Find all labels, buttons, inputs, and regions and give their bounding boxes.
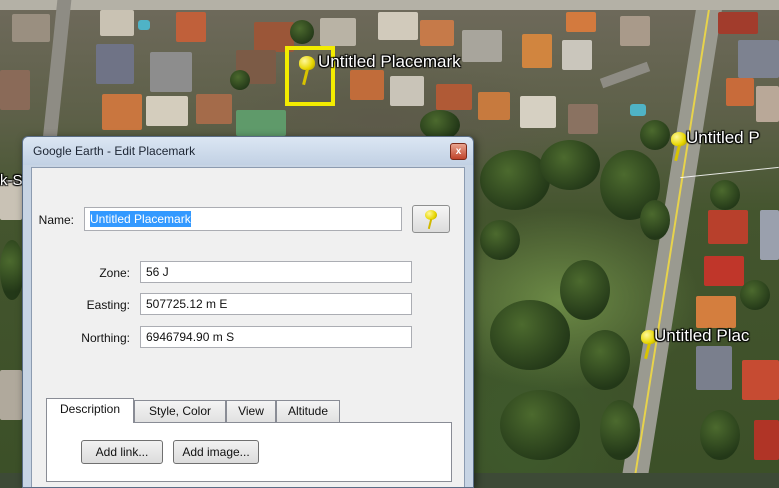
house-roof (0, 370, 22, 420)
house-roof (760, 210, 779, 260)
house-roof (756, 86, 779, 122)
tab-altitude[interactable]: Altitude (276, 400, 340, 422)
house-roof (738, 40, 779, 78)
tree (540, 140, 600, 190)
placemark-label[interactable]: Untitled Plac (654, 326, 749, 346)
tree (600, 400, 640, 460)
house-roof (520, 96, 556, 128)
name-label: Name: (38, 213, 74, 227)
house-roof (462, 30, 502, 62)
house-roof (420, 20, 454, 46)
tree (490, 300, 570, 370)
house-roof (0, 70, 30, 110)
tree (560, 260, 610, 320)
house-roof (390, 76, 424, 106)
house-roof (236, 110, 286, 136)
description-panel: Add link... Add image... (46, 422, 452, 482)
name-field-selected-text: Untitled Placemark (90, 211, 191, 227)
house-roof (196, 94, 232, 124)
house-roof (150, 52, 192, 92)
tree (640, 120, 670, 150)
house-roof (620, 16, 650, 46)
tree (580, 330, 630, 390)
street (599, 61, 651, 89)
house-roof (378, 12, 418, 40)
street (0, 0, 779, 10)
house-roof (146, 96, 188, 126)
dialog-title: Google Earth - Edit Placemark (33, 144, 196, 158)
house-roof (522, 34, 552, 68)
house-roof (708, 210, 748, 244)
dialog-body: Name: Untitled Placemark Zone: 56 J East… (31, 167, 465, 487)
house-roof (696, 346, 732, 390)
house-roof (176, 12, 206, 42)
placemark-label[interactable]: Untitled Placemark (318, 52, 461, 72)
house-roof (704, 256, 744, 286)
house-roof (320, 18, 356, 46)
house-roof (96, 44, 134, 84)
house-roof (436, 84, 472, 110)
house-roof (12, 14, 50, 42)
placemark-pin-icon[interactable] (296, 56, 318, 86)
tree (230, 70, 250, 90)
tree (480, 150, 550, 210)
pushpin-needle (427, 218, 433, 230)
tree (740, 280, 770, 310)
house-roof (102, 94, 142, 130)
tree (0, 240, 24, 300)
house-roof (562, 40, 592, 70)
swimming-pool (138, 20, 150, 30)
close-button[interactable]: x (450, 143, 467, 160)
add-image-button[interactable]: Add image... (173, 440, 259, 464)
house-roof (718, 12, 758, 34)
placemark-icon-button[interactable] (412, 205, 450, 233)
northing-label: Northing: (81, 331, 130, 345)
house-roof (742, 360, 779, 400)
dialog-titlebar[interactable]: Google Earth - Edit Placemark x (23, 137, 473, 165)
house-roof (566, 12, 596, 32)
tab-view[interactable]: View (226, 400, 276, 422)
house-roof (350, 70, 384, 100)
tab-style-color[interactable]: Style, Color (134, 400, 226, 422)
tree (290, 20, 314, 44)
house-roof (100, 10, 134, 36)
tree (710, 180, 740, 210)
placemark-label[interactable]: Untitled P (686, 128, 760, 148)
placemark-label-fragment[interactable]: k-S (0, 172, 23, 189)
house-roof (568, 104, 598, 134)
add-link-button[interactable]: Add link... (81, 440, 163, 464)
swimming-pool (630, 104, 646, 116)
easting-label: Easting: (86, 298, 130, 312)
easting-field[interactable]: 507725.12 m E (140, 293, 412, 315)
house-roof (696, 296, 736, 328)
house-roof (754, 420, 779, 460)
house-roof (478, 92, 510, 120)
tab-description[interactable]: Description (46, 398, 134, 423)
tree (700, 410, 740, 460)
tree (640, 200, 670, 240)
tree (480, 220, 520, 260)
tree (500, 390, 580, 460)
zone-field[interactable]: 56 J (140, 261, 412, 283)
name-field[interactable]: Untitled Placemark (84, 207, 402, 231)
northing-field[interactable]: 6946794.90 m S (140, 326, 412, 348)
edit-placemark-dialog: Google Earth - Edit Placemark x Name: Un… (22, 136, 474, 488)
zone-label: Zone: (99, 266, 130, 280)
house-roof (726, 78, 754, 106)
